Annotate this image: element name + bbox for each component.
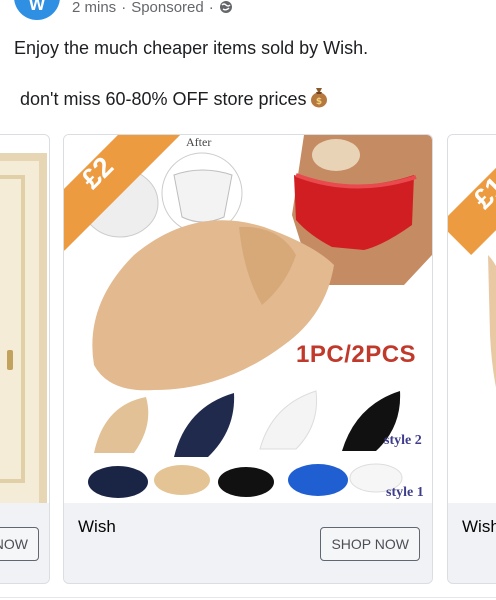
carousel-card-previous[interactable]: NOW [0, 134, 50, 584]
post-text-line2: don't miss 60-80% OFF store prices $ [20, 86, 329, 114]
carousel-card-next[interactable]: £1 Wish [447, 134, 496, 584]
brand-name[interactable]: Wish [78, 517, 116, 537]
post-time[interactable]: 2 mins [72, 0, 116, 16]
product-image[interactable]: £1 [448, 135, 496, 503]
meta-separator: · [121, 0, 127, 16]
door-frame [0, 153, 47, 503]
money-bag-icon: $ [309, 86, 329, 114]
card-footer: Wish SHOP NOW [64, 503, 432, 583]
product-carousel[interactable]: NOW [0, 134, 496, 584]
meta-separator: · [208, 0, 214, 16]
door-handle [7, 350, 13, 370]
product-image[interactable] [0, 135, 49, 503]
style-2-label: style 2 [384, 433, 422, 448]
sponsored-label[interactable]: Sponsored [131, 0, 204, 16]
svg-text:$: $ [315, 97, 321, 107]
post-meta: 2 mins · Sponsored · [72, 0, 233, 18]
post-divider [0, 597, 496, 598]
brand-name[interactable]: Wish [462, 517, 496, 537]
style-1-label: style 1 [386, 485, 424, 500]
card-footer: Wish [448, 503, 496, 583]
shop-now-button[interactable]: NOW [0, 527, 39, 561]
carousel-card-current[interactable]: £2 After 1PC/2PCS style 2 style 1 Wish S… [63, 134, 433, 584]
product-photo-partial [488, 255, 496, 388]
post-text-line1: Enjoy the much cheaper items sold by Wis… [14, 38, 369, 58]
product-image[interactable]: £2 After 1PC/2PCS style 2 style 1 [64, 135, 432, 503]
shop-now-button[interactable]: SHOP NOW [320, 527, 420, 561]
door-panel [0, 175, 25, 483]
pack-size-label: 1PC/2PCS [296, 341, 417, 368]
post-text-line2-content: don't miss 60-80% OFF store prices [20, 89, 307, 109]
globe-icon [219, 0, 233, 18]
post-header: w 2 mins · Sponsored · [0, 0, 496, 24]
card-footer: NOW [0, 503, 49, 583]
wish-logo-icon: w [29, 0, 45, 15]
after-label: After [186, 135, 212, 149]
page-avatar[interactable]: w [14, 0, 60, 20]
